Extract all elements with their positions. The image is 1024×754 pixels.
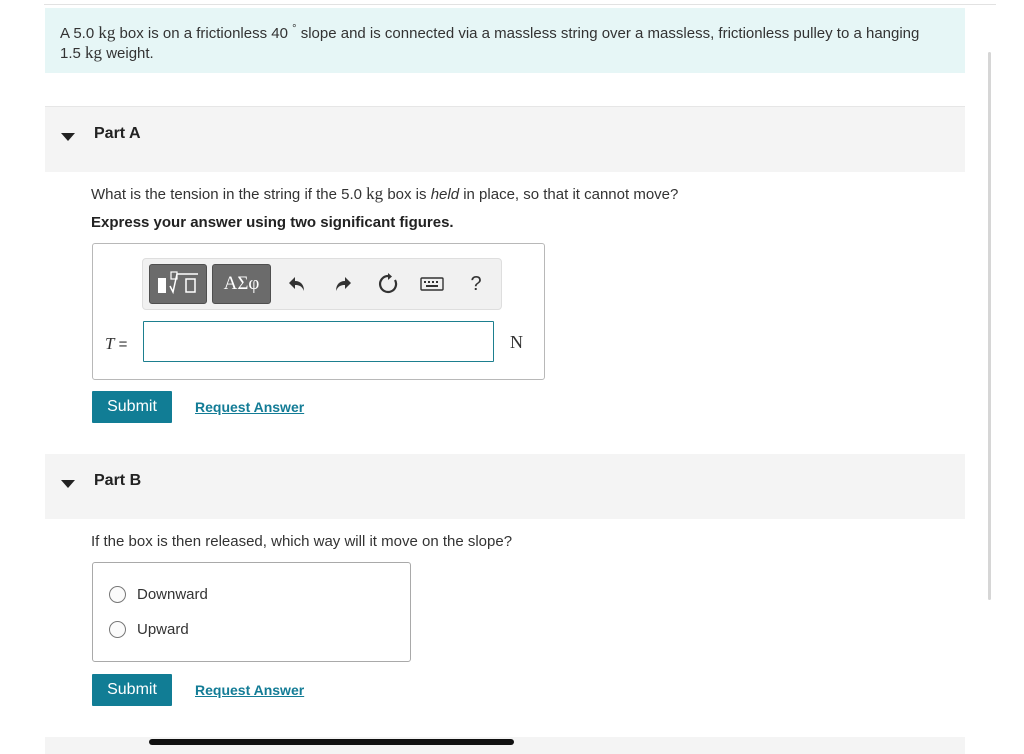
unit-kg: kg (366, 184, 384, 203)
choice-upward[interactable]: Upward (109, 621, 189, 638)
templates-icon (158, 271, 198, 295)
answer-box: ΑΣφ ? T = N (92, 243, 545, 380)
submit-button[interactable]: Submit (92, 674, 172, 706)
part-b-header[interactable]: Part B (45, 454, 965, 519)
radio-button[interactable] (109, 621, 126, 638)
submit-button[interactable]: Submit (92, 391, 172, 423)
problem-text-2: box is on a frictionless 40 (115, 25, 293, 42)
caret-down-icon[interactable] (61, 133, 75, 141)
caret-down-icon[interactable] (61, 480, 75, 488)
choice-downward[interactable]: Downward (109, 586, 208, 603)
unit-kg: kg (98, 23, 116, 42)
greek-symbols-button[interactable]: ΑΣφ (212, 264, 271, 304)
answer-choices: Downward Upward (92, 562, 411, 662)
problem-text: A 5.0 kg box is on a frictionless 40 ° s… (60, 23, 950, 63)
question-text: What is the tension in the string if the… (91, 186, 367, 203)
question-emphasis: held (430, 186, 460, 203)
question-text: in place, so that it cannot move? (459, 186, 679, 203)
templates-button[interactable] (149, 264, 207, 304)
scrollbar[interactable] (988, 52, 991, 600)
home-indicator[interactable] (149, 739, 514, 745)
part-b-question: If the box is then released, which way w… (91, 533, 513, 550)
part-a-title: Part A (94, 125, 141, 142)
top-divider (44, 4, 996, 5)
variable-symbol: T (105, 334, 115, 353)
problem-text-4: 1.5 (60, 45, 86, 62)
part-b-title: Part B (94, 472, 142, 489)
unit-label: N (510, 332, 523, 352)
part-a-question: What is the tension in the string if the… (91, 184, 678, 204)
radio-button[interactable] (109, 586, 126, 603)
keyboard-icon[interactable] (419, 272, 445, 296)
problem-text-3: slope and is connected via a massless st… (296, 25, 920, 42)
problem-text-1: A 5.0 (60, 25, 99, 42)
unit-kg: kg (85, 43, 103, 62)
part-a-instruction: Express your answer using two significan… (91, 214, 454, 231)
choice-label: Downward (137, 586, 208, 603)
choice-label: Upward (137, 621, 189, 638)
equals-sign: = (118, 336, 128, 353)
variable-label: T = (105, 334, 127, 354)
request-answer-link[interactable]: Request Answer (195, 682, 304, 698)
problem-statement: A 5.0 kg box is on a frictionless 40 ° s… (45, 8, 965, 73)
undo-icon[interactable] (284, 272, 310, 296)
help-button[interactable]: ? (463, 272, 489, 296)
request-answer-link[interactable]: Request Answer (195, 399, 304, 415)
reset-icon[interactable] (375, 272, 401, 296)
redo-icon[interactable] (330, 272, 356, 296)
part-a-header[interactable]: Part A (45, 106, 965, 172)
question-text: box is (383, 186, 431, 203)
degree-symbol: ° (292, 23, 297, 35)
answer-input[interactable] (143, 321, 494, 362)
math-toolbar: ΑΣφ ? (142, 258, 502, 310)
problem-text-5: weight. (102, 45, 154, 62)
